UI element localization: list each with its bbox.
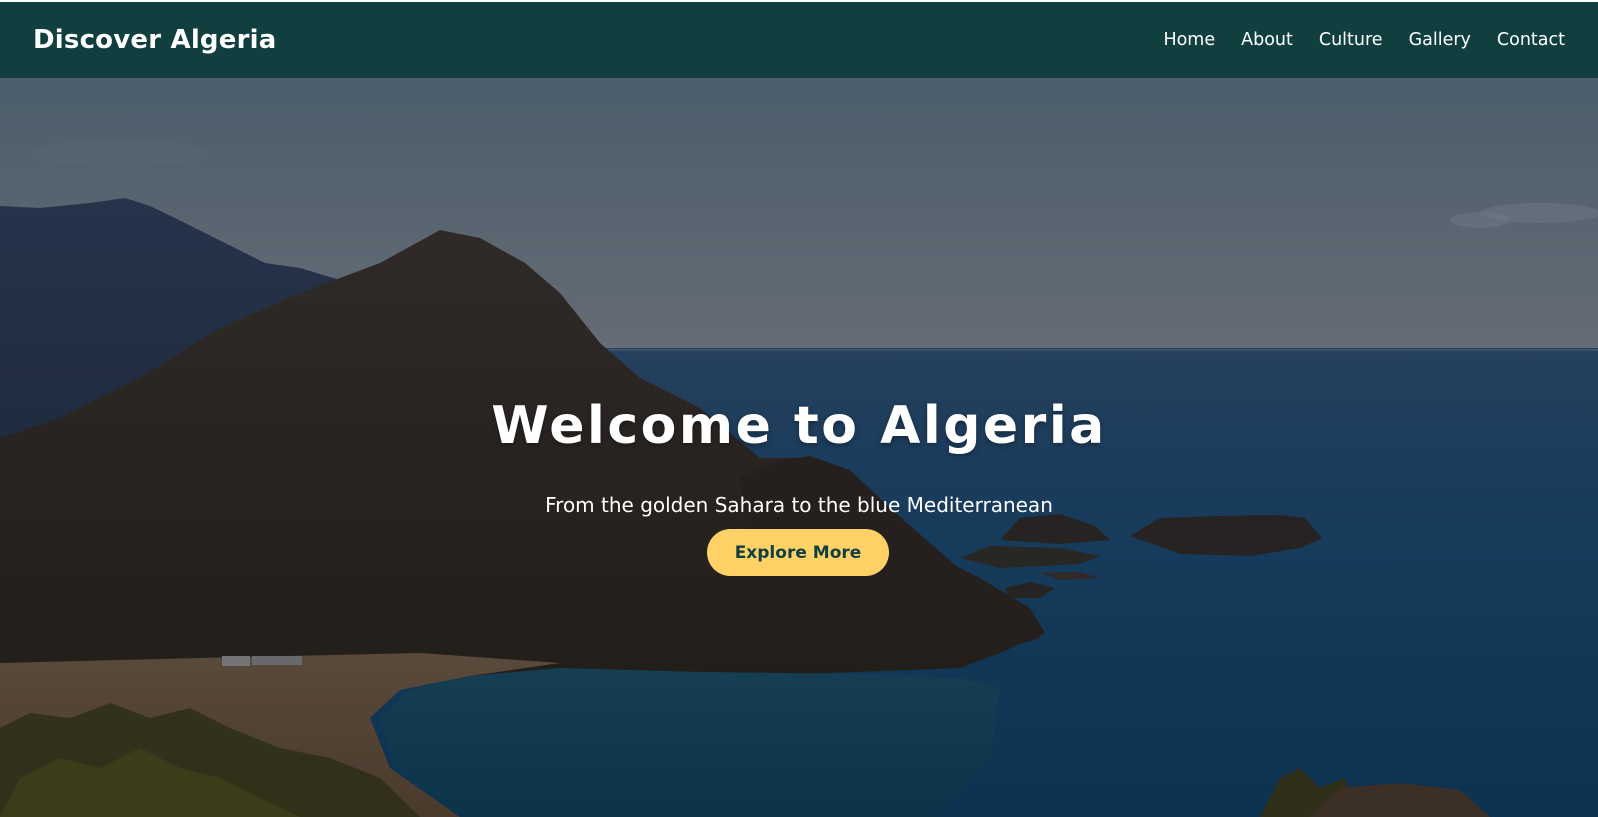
nav-link-contact[interactable]: Contact xyxy=(1497,30,1565,50)
nav-link-gallery[interactable]: Gallery xyxy=(1409,30,1471,50)
hero-title: Welcome to Algeria xyxy=(491,396,1107,456)
nav-link-about[interactable]: About xyxy=(1241,30,1293,50)
hero-content: Welcome to Algeria From the golden Sahar… xyxy=(0,78,1598,817)
brand-logo-text[interactable]: Discover Algeria xyxy=(33,25,276,55)
explore-more-button[interactable]: Explore More xyxy=(707,529,889,576)
nav-link-culture[interactable]: Culture xyxy=(1319,30,1383,50)
hero-section: Welcome to Algeria From the golden Sahar… xyxy=(0,78,1598,817)
nav-link-home[interactable]: Home xyxy=(1163,30,1215,50)
navbar: Discover Algeria Home About Culture Gall… xyxy=(0,2,1598,78)
hero-subtitle: From the golden Sahara to the blue Medit… xyxy=(545,493,1053,517)
nav-links: Home About Culture Gallery Contact xyxy=(1137,30,1565,50)
